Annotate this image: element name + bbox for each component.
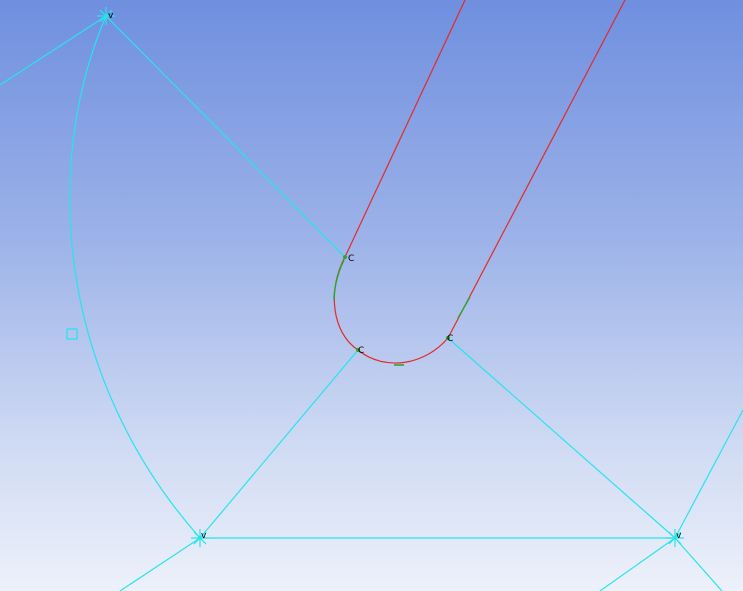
construction-line-bottom-right-outgoing-up[interactable]	[674, 409, 743, 539]
curve-point-label: C	[358, 346, 364, 356]
edge-arc-bottom[interactable]	[357, 337, 449, 364]
graphics-viewport[interactable]: v v v C C C	[0, 0, 743, 591]
curve-point-arc-bottom[interactable]: C	[356, 346, 364, 356]
curve-point-label: C	[348, 254, 354, 264]
curve-point-label: C	[447, 334, 453, 344]
construction-line-bottom-right-outgoing-right[interactable]	[674, 537, 723, 591]
edge-right-straight[interactable]	[447, 0, 626, 339]
edge-arc-left-selection	[333, 259, 345, 301]
vertex-label: v	[676, 531, 682, 541]
vertex-bottom-left[interactable]: v	[191, 529, 209, 547]
curve-point-arc-right[interactable]: C	[446, 334, 453, 344]
construction-line-diagonal-lower-left[interactable]	[199, 349, 359, 539]
construction-line-bottom-right-outgoing-down[interactable]	[599, 537, 676, 591]
curve-point-arc-top[interactable]: C	[343, 254, 354, 264]
construction-geometry	[0, 15, 743, 591]
vertex-label: v	[201, 531, 207, 541]
boundary-edges	[333, 0, 626, 366]
construction-line-diagonal-upper[interactable]	[105, 15, 346, 258]
construction-line-bottom-left-outgoing[interactable]	[119, 537, 201, 591]
point-dot-icon	[343, 255, 347, 259]
construction-line-top-left-outgoing[interactable]	[0, 15, 107, 86]
edge-arc-left[interactable]	[333, 256, 359, 351]
edge-left-straight[interactable]	[344, 0, 466, 258]
square-handle-icon	[66, 328, 78, 340]
geometry-canvas[interactable]: v v v C C C	[0, 0, 743, 591]
edge-right-straight-selection	[457, 296, 471, 319]
construction-arc-left[interactable]	[69, 15, 201, 539]
arc-midpoint-handle[interactable]	[66, 328, 78, 340]
vertex-label: v	[108, 11, 114, 21]
construction-line-diagonal-lower-right[interactable]	[447, 337, 676, 539]
